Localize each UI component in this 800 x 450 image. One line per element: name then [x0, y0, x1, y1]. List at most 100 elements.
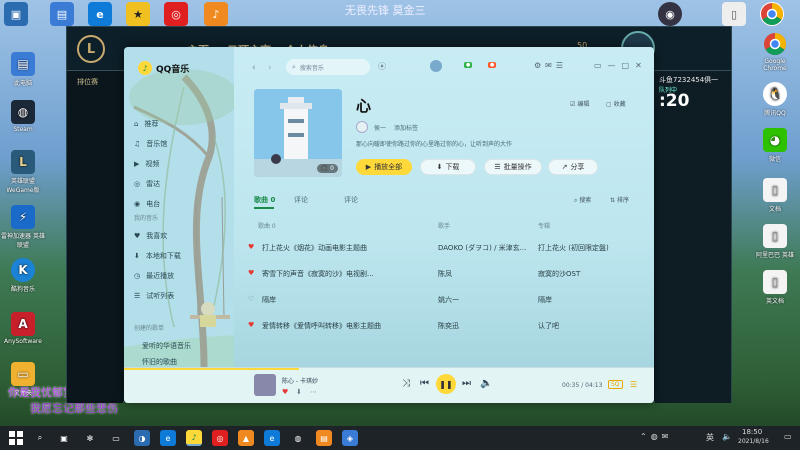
sidebar-item-playlist-2[interactable]: 怀旧的歌曲	[142, 357, 177, 367]
tab-songs[interactable]: 歌曲 0	[254, 195, 275, 205]
sidebar-item-radar[interactable]: ◎ 雷达	[134, 179, 160, 189]
prev-icon[interactable]: ⏮	[420, 378, 429, 389]
song-title[interactable]: 隔岸	[262, 295, 412, 305]
edge-icon[interactable]: e	[88, 2, 112, 26]
next-icon[interactable]: ⏭	[462, 378, 471, 389]
desktop-icon-any[interactable]: A AnySoftware	[0, 312, 46, 345]
now-playing-cover[interactable]	[254, 374, 276, 396]
desktop-icon-doc2[interactable]: ▯ 阿里巴巴 英雄	[752, 224, 798, 259]
song-title[interactable]: 爱情转移《爱情呼叫转移》电影主题曲	[262, 321, 412, 331]
netease-icon[interactable]: ◎	[164, 2, 188, 26]
task-view-icon[interactable]: ▣	[56, 430, 72, 446]
play-all-button[interactable]: ▶ 播放全部	[356, 159, 412, 175]
app-icon[interactable]: ★	[126, 2, 150, 26]
volume-icon[interactable]: 🔈	[480, 378, 492, 389]
creator-avatar[interactable]	[356, 121, 368, 133]
windows-start-icon[interactable]	[8, 430, 24, 446]
song-artist[interactable]: DAOKO (ダヲコ) / 米津玄...	[438, 243, 530, 253]
tray-date[interactable]: 2021/8/16	[738, 438, 769, 445]
tray-icons[interactable]: ⌃◍✉	[640, 432, 672, 441]
song-album[interactable]: 寂寞的沙OST	[538, 269, 648, 279]
song-album[interactable]: 认了吧	[538, 321, 648, 331]
desktop-icon-pc[interactable]: ▤ 此电脑	[0, 52, 46, 87]
tray-time[interactable]: 18:50	[742, 428, 762, 436]
doc-icon[interactable]: ▯	[722, 2, 746, 26]
table-row[interactable]: ♥ 打上花火《烟花》动画电影主题曲 DAOKO (ダヲコ) / 米津玄... 打…	[248, 237, 648, 261]
window-tool-icons[interactable]: ⚙✉☰	[534, 61, 567, 70]
window-controls[interactable]: ▭—□✕	[594, 61, 648, 70]
desktop-icon-steam[interactable]: ◍ Steam	[0, 100, 46, 133]
speaker-icon[interactable]: 🔈	[722, 432, 732, 441]
desktop-icon-wechat[interactable]: ◕ 微信	[752, 128, 798, 163]
avatar[interactable]: ◉	[658, 2, 682, 26]
qq-music-taskbar-icon[interactable]: ♪	[186, 430, 202, 446]
song-title[interactable]: 寄雪下的声音《寂寞的沙》电视剧...	[262, 269, 412, 279]
share-button[interactable]: ↗ 分享	[548, 159, 598, 175]
chrome-icon[interactable]	[760, 2, 784, 26]
progress-fill[interactable]	[124, 368, 299, 370]
heart-outline-icon[interactable]: ♡	[248, 295, 254, 303]
folder-icon[interactable]: ▣	[4, 2, 28, 26]
song-search-button[interactable]: ⌕ 搜索	[574, 195, 591, 205]
song-title[interactable]: 打上花火《烟花》动画电影主题曲	[262, 243, 412, 253]
quality-badge[interactable]: SQ	[608, 380, 623, 389]
pinwheel-icon[interactable]: ✻	[82, 430, 98, 446]
edge-icon[interactable]: e	[264, 430, 280, 446]
heart-icon[interactable]: ♥	[248, 243, 254, 251]
collect-button[interactable]: ▢ 收藏	[606, 99, 626, 108]
search-input[interactable]: 搜索音乐	[300, 63, 324, 72]
pause-button[interactable]: ❚❚	[436, 374, 456, 394]
back-icon[interactable]: ‹	[252, 63, 256, 73]
table-row[interactable]: ♥ 爱情转移《爱情呼叫转移》电影主题曲 陈奕迅 认了吧	[248, 315, 648, 339]
song-album[interactable]: 隔岸	[538, 295, 648, 305]
app-icon[interactable]: ▲	[238, 430, 254, 446]
shuffle-icon[interactable]: ⤨	[402, 378, 410, 389]
playlist-icon[interactable]: ☰	[630, 380, 637, 389]
song-album[interactable]: 打上花火 (初回限定盤)	[538, 243, 648, 253]
heart-icon[interactable]: ♥	[248, 269, 254, 277]
mic-icon[interactable]: ⦿	[378, 61, 386, 72]
sidebar-item-local[interactable]: ⬇ 本地和下载	[134, 251, 181, 261]
download-button[interactable]: ⬇ 下载	[420, 159, 476, 175]
lol-ranked-label[interactable]: 排位赛	[77, 77, 98, 87]
song-artist[interactable]: 姚六一	[438, 295, 530, 305]
sidebar-item-recommend[interactable]: ⌂ 推荐	[134, 119, 158, 129]
lol-taskbar-icon[interactable]: ◍	[290, 430, 306, 446]
sidebar-item-trial[interactable]: ☰ 试听列表	[134, 291, 174, 301]
desktop-icon-kugou[interactable]: K 酷狗音乐	[0, 258, 46, 293]
app-icon[interactable]: ♪	[204, 2, 228, 26]
search-box[interactable]: ⌕ 搜索音乐	[286, 59, 370, 75]
table-row[interactable]: ♡ 隔岸 姚六一 隔岸	[248, 289, 648, 313]
desktop-icon-doc1[interactable]: ▯ 文档	[752, 178, 798, 213]
desktop-icon-lol[interactable]: L 英雄联盟 WeGame版	[0, 150, 46, 194]
playlist-creator[interactable]: 侯一	[374, 123, 386, 132]
forward-icon[interactable]: ›	[268, 63, 272, 73]
sidebar-item-library[interactable]: ♫ 音乐馆	[134, 139, 167, 149]
desktop-icon-chrome[interactable]: Google Chrome	[752, 32, 798, 72]
song-artist[interactable]: 陈奕迅	[438, 321, 530, 331]
edge-icon[interactable]: e	[160, 430, 176, 446]
player-more-icon[interactable]: ⋯	[310, 388, 317, 396]
song-artist[interactable]: 陈凤	[438, 269, 530, 279]
pc-icon[interactable]: ▤	[50, 2, 74, 26]
sidebar-item-radio[interactable]: ◉ 电台	[134, 199, 160, 209]
desktop-icon-qq[interactable]: 🐧 腾讯QQ	[752, 82, 798, 117]
app-icon[interactable]: ◈	[342, 430, 358, 446]
table-row[interactable]: ♥ 寄雪下的声音《寂寞的沙》电视剧... 陈凤 寂寞的沙OST	[248, 263, 648, 287]
notification-icon[interactable]: ▭	[784, 432, 792, 441]
sidebar-item-video[interactable]: ▶ 视频	[134, 159, 159, 169]
player-heart-icon[interactable]: ♥	[282, 388, 288, 396]
user-avatar[interactable]	[430, 60, 442, 72]
ime-language[interactable]: 英	[706, 432, 714, 443]
now-playing-title[interactable]: 陈心 - 卡琪妙	[282, 376, 318, 385]
add-tag-link[interactable]: 添加标签	[394, 123, 418, 132]
tab-reviews[interactable]: 评论	[344, 195, 358, 205]
heart-icon[interactable]: ♥	[248, 321, 254, 329]
sidebar-item-liked[interactable]: ♥ 我喜欢	[134, 231, 167, 241]
sidebar-item-recent[interactable]: ◷ 最近播放	[134, 271, 174, 281]
sidebar-item-playlist-1[interactable]: 爱听的华语音乐	[142, 341, 191, 351]
batch-button[interactable]: ☰ 批量操作	[484, 159, 542, 175]
app-icon[interactable]: ▤	[316, 430, 332, 446]
folder-icon[interactable]: ▭	[108, 430, 124, 446]
app-icon[interactable]: ◑	[134, 430, 150, 446]
